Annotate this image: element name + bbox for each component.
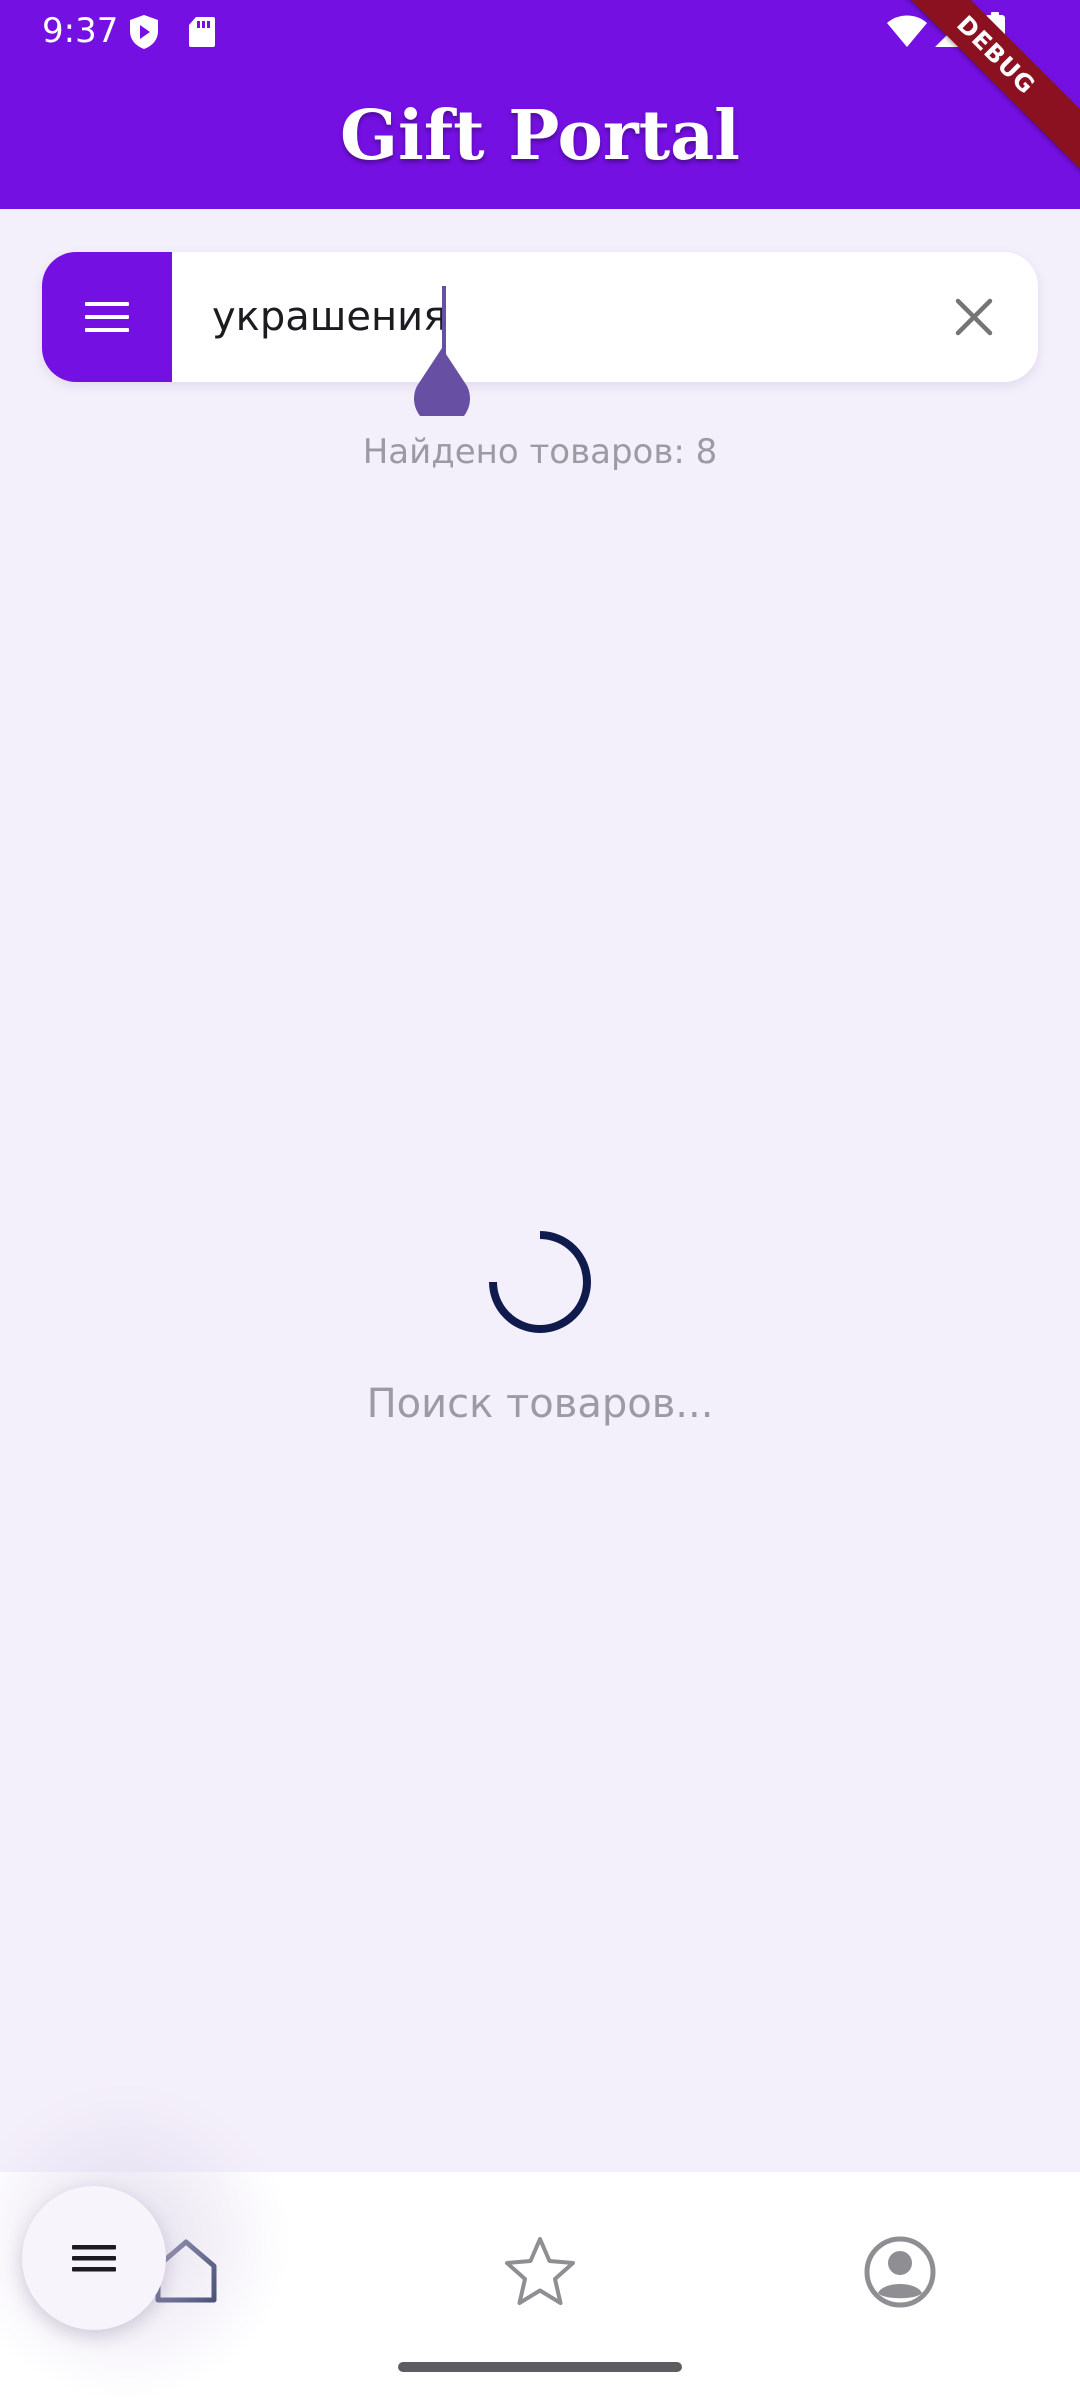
clear-search-button[interactable] bbox=[942, 285, 1006, 349]
page-title: Gift Portal bbox=[339, 96, 741, 176]
nav-item-profile[interactable] bbox=[840, 2212, 960, 2332]
app-bar: 9:37 Gift Portal DEBUG bbox=[0, 0, 1080, 209]
sd-card-icon bbox=[188, 16, 216, 52]
menu-button[interactable] bbox=[42, 252, 172, 382]
search-bar bbox=[42, 252, 1038, 382]
menu-icon bbox=[85, 302, 129, 332]
loading-spinner bbox=[488, 1230, 592, 1338]
text-selection-handle[interactable] bbox=[412, 348, 472, 427]
status-time: 9:37 bbox=[42, 11, 119, 51]
menu-icon bbox=[72, 2245, 116, 2272]
loading-text: Поиск товаров... bbox=[366, 1381, 714, 1427]
nav-item-favorites[interactable] bbox=[480, 2212, 600, 2332]
wifi-icon bbox=[886, 14, 928, 52]
fab-menu-button[interactable] bbox=[22, 2186, 166, 2330]
close-icon bbox=[955, 298, 993, 336]
account-circle-icon bbox=[864, 2236, 936, 2308]
star-icon bbox=[505, 2237, 575, 2305]
results-count: Найдено товаров: 8 bbox=[362, 432, 718, 472]
status-bar: 9:37 bbox=[0, 0, 1080, 62]
home-indicator[interactable] bbox=[398, 2362, 682, 2372]
shield-play-icon bbox=[128, 14, 160, 54]
search-input[interactable] bbox=[212, 282, 952, 352]
